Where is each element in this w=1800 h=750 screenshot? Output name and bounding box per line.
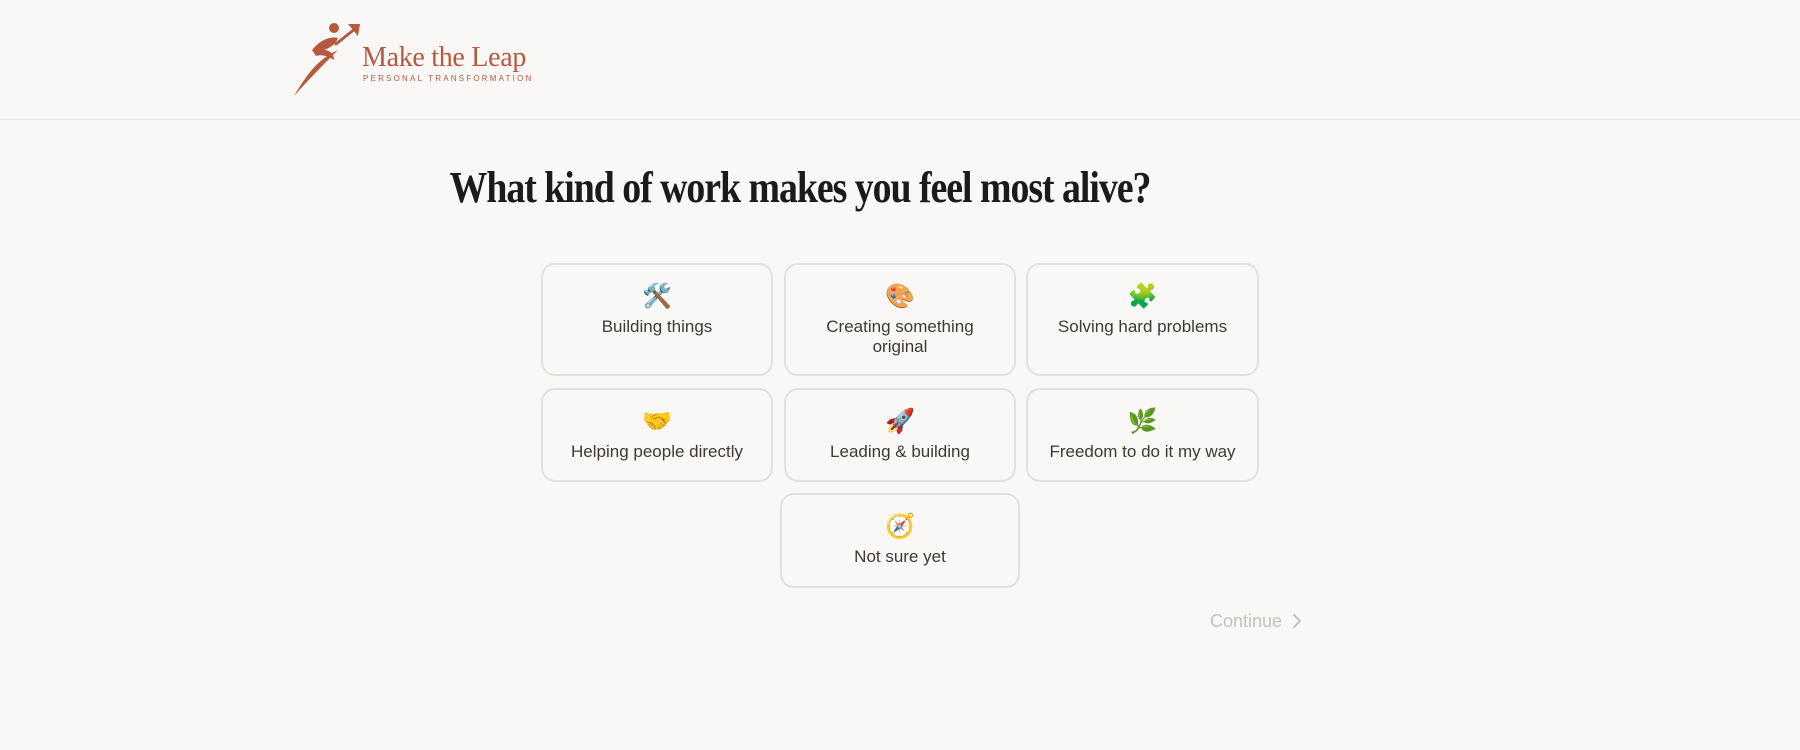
- option-helping-people-directly[interactable]: 🤝 Helping people directly: [541, 388, 773, 482]
- continue-button[interactable]: Continue: [1210, 608, 1320, 634]
- option-not-sure-yet[interactable]: 🧭 Not sure yet: [780, 493, 1020, 588]
- brand-logo[interactable]: Make the Leap PERSONAL TRANSFORMATION: [290, 20, 534, 100]
- question-heading: What kind of work makes you feel most al…: [449, 163, 1152, 212]
- option-freedom-to-do-it-my-way[interactable]: 🌿 Freedom to do it my way: [1026, 388, 1259, 482]
- option-label: Freedom to do it my way: [1049, 442, 1236, 461]
- handshake-icon: 🤝: [642, 408, 672, 435]
- option-label: Building things: [601, 317, 713, 336]
- brand-tagline: PERSONAL TRANSFORMATION: [363, 74, 534, 83]
- chevron-right-icon: [1293, 614, 1302, 628]
- palette-icon: 🎨: [885, 283, 915, 310]
- herb-icon: 🌿: [1127, 408, 1158, 435]
- option-creating-something-original[interactable]: 🎨 Creating something original: [784, 263, 1016, 376]
- hammer-wrench-icon: 🛠️: [642, 283, 672, 310]
- brand-name: Make the Leap: [362, 42, 527, 73]
- site-header: Make the Leap PERSONAL TRANSFORMATION: [0, 0, 1800, 120]
- puzzle-piece-icon: 🧩: [1127, 283, 1158, 310]
- leaping-figure-logo-icon: [294, 23, 360, 96]
- option-building-things[interactable]: 🛠️ Building things: [541, 263, 773, 376]
- option-label: Leading & building: [830, 442, 970, 461]
- option-label: Helping people directly: [571, 442, 743, 461]
- option-label: Solving hard problems: [1057, 317, 1228, 336]
- continue-label: Continue: [1210, 610, 1283, 631]
- option-label: Not sure yet: [854, 547, 946, 566]
- option-leading-and-building[interactable]: 🚀 Leading & building: [784, 388, 1016, 482]
- option-label: Creating something original: [826, 317, 974, 356]
- compass-icon: 🧭: [885, 513, 915, 540]
- option-solving-hard-problems[interactable]: 🧩 Solving hard problems: [1026, 263, 1259, 376]
- rocket-icon: 🚀: [885, 408, 915, 435]
